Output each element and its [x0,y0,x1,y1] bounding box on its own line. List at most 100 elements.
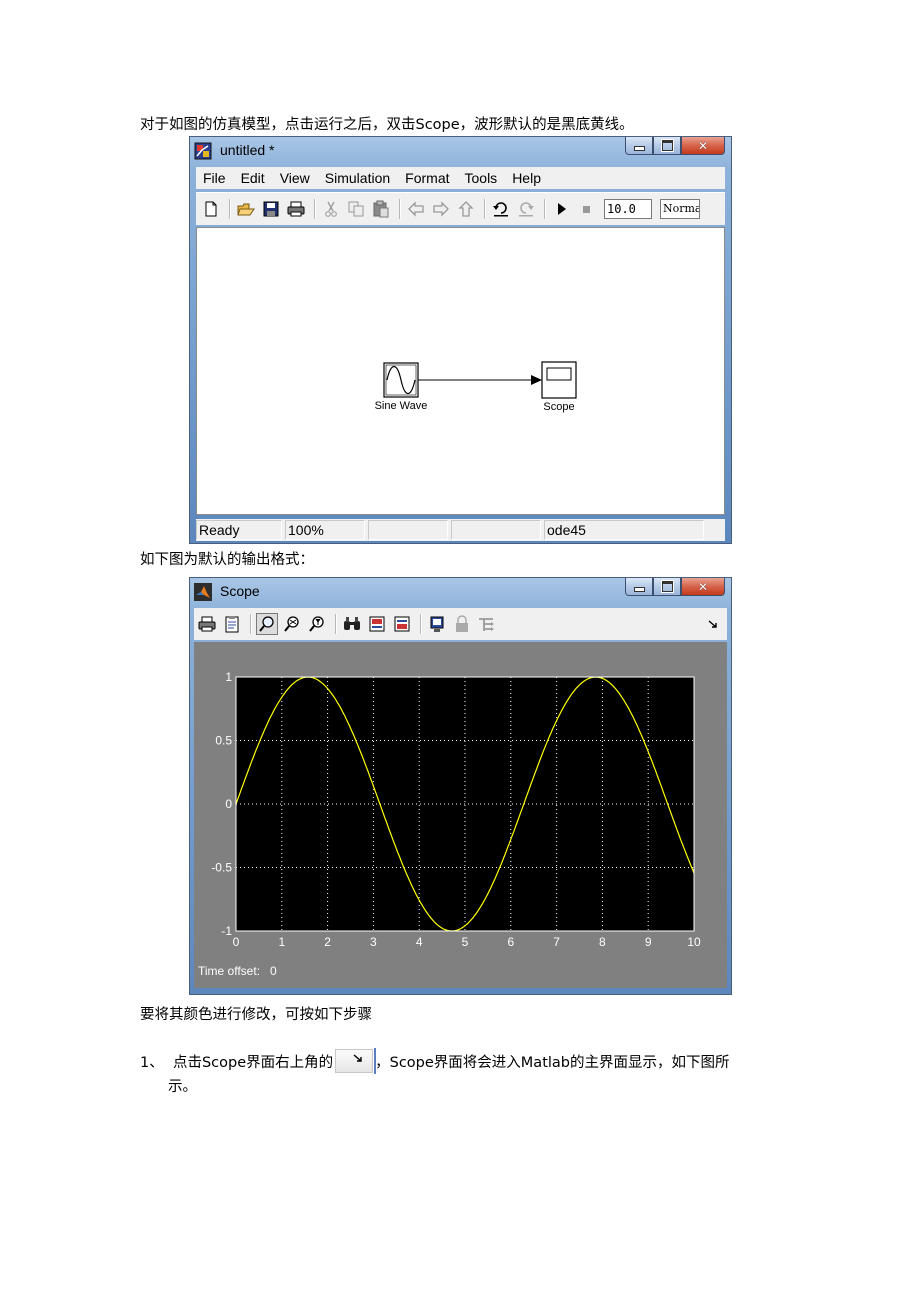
close-button[interactable]: ✕ [681,137,725,155]
sine-wave-block[interactable] [383,362,419,398]
scope-print-button[interactable] [196,613,218,635]
simulation-mode-select[interactable]: Normal [660,199,700,219]
zoom-y-icon [309,616,324,632]
cut-button[interactable] [320,198,342,220]
scope-signal-selector-button[interactable] [476,613,498,635]
menu-format[interactable]: Format [398,170,457,186]
step-1: 1、 点击Scope界面右上角的 ，Scope界面将会进入Matlab的主界面显示… [140,1048,730,1074]
default-format-paragraph: 如下图为默认的输出格式： [140,552,314,568]
x-tick-labels: 0 1 2 3 4 5 6 7 8 9 10 [233,935,701,949]
scope-floating-button[interactable] [426,613,448,635]
scope-title-bar[interactable]: Scope ✕ [190,578,731,606]
scope-block[interactable] [541,361,577,399]
scope-axes[interactable]: 0 1 2 3 4 5 6 7 8 9 10 -1 -0.5 0 0.5 1 [194,642,729,987]
copy-button[interactable] [345,198,367,220]
model-canvas[interactable]: Sine Wave Scope [196,227,725,515]
menu-simulation[interactable]: Simulation [318,170,398,186]
redo-icon [519,202,534,217]
y-tick-label: 1 [225,670,232,684]
title-bar[interactable]: untitled * ✕ [190,137,731,165]
scope-zoom-x-button[interactable] [281,613,303,635]
model-toolbar: 10.0 Normal [196,192,725,225]
modify-color-paragraph: 要将其颜色进行修改，可按如下步骤 [140,1007,372,1023]
menu-file[interactable]: File [196,170,234,186]
menu-edit[interactable]: Edit [234,170,273,186]
zoom-x-icon [284,616,299,632]
restore-axes-icon [394,616,410,632]
print-button[interactable] [285,198,307,220]
parameters-icon [225,616,239,633]
start-simulation-button[interactable] [550,198,572,220]
save-button[interactable] [260,198,282,220]
y-tick-label: 0.5 [215,734,232,748]
paste-icon [373,200,389,218]
undo-button[interactable] [490,198,512,220]
cut-icon [325,201,337,217]
open-button[interactable] [235,198,257,220]
toolbar-separator [420,614,422,634]
back-icon [408,201,424,217]
undock-icon [708,620,717,628]
signal-line[interactable] [418,375,542,385]
step-number: 1、 [140,1055,164,1071]
step-1-continuation: 示。 [168,1079,197,1095]
simulink-model-icon [194,142,212,160]
stop-time-field[interactable]: 10.0 [604,199,652,219]
toolbar-separator [314,199,316,219]
scope-save-axes-button[interactable] [366,613,388,635]
scope-undock-button[interactable] [702,613,724,635]
scope-close-button[interactable]: ✕ [681,578,725,596]
minimize-icon [633,146,645,151]
scope-display: 0 1 2 3 4 5 6 7 8 9 10 -1 -0.5 0 0.5 1 Time offset: 0 [194,642,727,988]
x-tick-label: 0 [233,935,240,949]
stop-icon [583,206,590,213]
toolbar-separator [335,614,337,634]
new-model-button[interactable] [200,198,222,220]
model-diagram [383,361,577,399]
redo-button[interactable] [515,198,537,220]
x-tick-label: 8 [599,935,606,949]
scope-zoom-button[interactable] [256,613,278,635]
window-title: untitled * [220,142,275,158]
scope-window: Scope ✕ 0 1 2 3 4 5 6 7 8 9 10 -1 -0.5 0… [189,577,732,995]
status-solver: ode45 [544,520,704,540]
x-tick-label: 6 [507,935,514,949]
status-cell-3 [368,520,448,540]
up-icon [458,201,474,217]
x-tick-label: 10 [687,935,701,949]
scope-parameters-button[interactable] [221,613,243,635]
scope-maximize-button[interactable] [653,578,681,596]
menu-view[interactable]: View [273,170,318,186]
menu-tools[interactable]: Tools [458,170,506,186]
back-button[interactable] [405,198,427,220]
forward-icon [433,201,449,217]
menu-help[interactable]: Help [505,170,549,186]
paste-button[interactable] [370,198,392,220]
undo-icon [493,202,508,217]
dock-arrow-icon [353,1054,362,1062]
up-button[interactable] [455,198,477,220]
open-icon [237,203,255,216]
scope-restore-axes-button[interactable] [391,613,413,635]
scope-minimize-button[interactable] [625,578,653,596]
forward-button[interactable] [430,198,452,220]
x-tick-label: 5 [462,935,469,949]
y-tick-label: 0 [225,797,232,811]
minimize-button[interactable] [625,137,653,155]
stop-simulation-button[interactable] [575,198,597,220]
scope-zoom-y-button[interactable] [306,613,328,635]
x-tick-label: 3 [370,935,377,949]
x-tick-label: 4 [416,935,423,949]
sine-wave-label: Sine Wave [374,400,428,412]
x-tick-label: 2 [324,935,331,949]
scope-autoscale-button[interactable] [341,613,363,635]
scope-window-title: Scope [220,583,260,599]
maximize-icon [660,580,674,593]
scope-toolbar [194,608,727,640]
matlab-logo-icon [194,583,212,601]
scope-lock-button[interactable] [451,613,473,635]
maximize-button[interactable] [653,137,681,155]
toolbar-separator [544,199,546,219]
y-tick-label: -1 [221,924,232,938]
time-offset: Time offset: 0 [198,964,277,978]
